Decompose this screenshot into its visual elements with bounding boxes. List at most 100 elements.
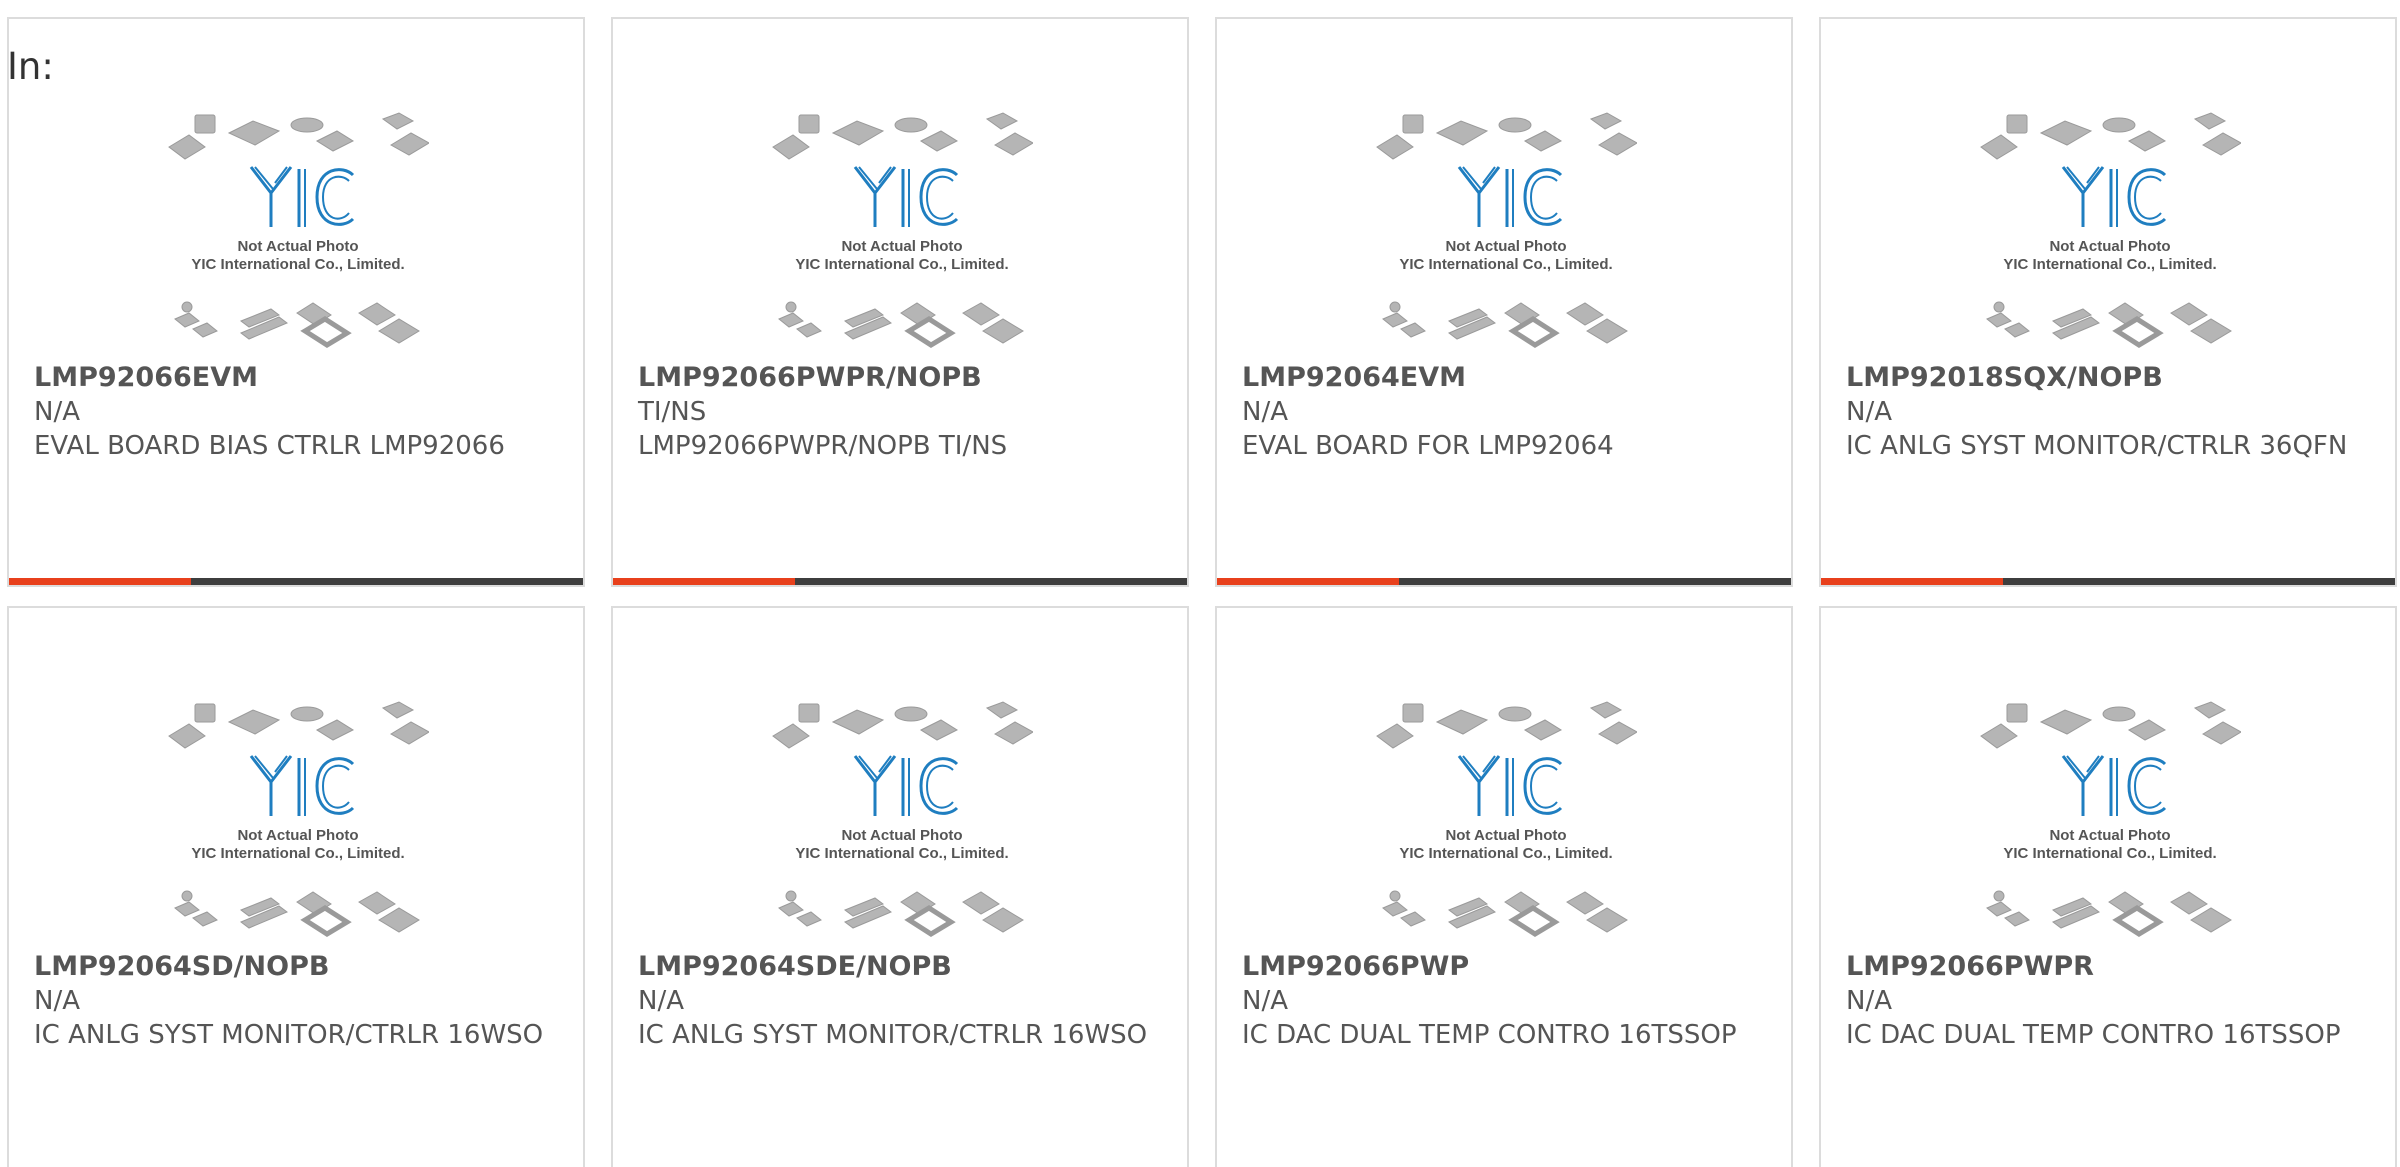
product-card[interactable]: Not Actual Photo YIC International Co., … xyxy=(1215,606,1793,1167)
chip-shape xyxy=(785,890,797,902)
chip-shape xyxy=(785,301,797,313)
chip-shape xyxy=(192,322,218,338)
product-info: LMP92064EVM N/A EVAL BOARD FOR LMP92064 xyxy=(1242,361,1771,463)
chip-shape xyxy=(2102,706,2136,722)
part-number-link[interactable]: LMP92066EVM xyxy=(34,361,563,395)
product-description: IC ANLG SYST MONITOR/CTRLR 36QFN xyxy=(1846,431,2348,461)
product-description: IC DAC DUAL TEMP CONTRO 16TSSOP xyxy=(1242,1020,1737,1050)
placeholder-caption-line1: Not Actual Photo xyxy=(841,827,962,844)
chip-shape xyxy=(1435,709,1489,735)
chip-shape xyxy=(168,134,206,160)
product-thumbnail[interactable]: Not Actual Photo YIC International Co., … xyxy=(167,109,429,361)
chip-shape xyxy=(1980,134,2018,160)
part-number-link[interactable]: LMP92066PWPR/NOPB xyxy=(638,361,1167,395)
chip-shape xyxy=(194,703,216,723)
placeholder-caption-line2: YIC International Co., Limited. xyxy=(2003,845,2216,862)
chip-shape xyxy=(894,117,928,133)
chip-shape xyxy=(1523,130,1563,152)
product-card[interactable]: Not Actual Photo YIC International Co., … xyxy=(1819,606,2397,1167)
chip-shape xyxy=(2190,907,2232,933)
chip-shape xyxy=(919,130,959,152)
product-thumbnail[interactable]: Not Actual Photo YIC International Co., … xyxy=(167,698,429,950)
chip-shape xyxy=(2039,120,2093,146)
product-thumbnail[interactable]: Not Actual Photo YIC International Co., … xyxy=(1979,109,2241,361)
yic-logo xyxy=(249,166,355,227)
yic-logo xyxy=(853,166,959,227)
yic-logo xyxy=(1457,755,1563,816)
manufacturer: N/A xyxy=(1846,397,1892,427)
chip-shape xyxy=(2004,911,2030,927)
product-thumbnail[interactable]: Not Actual Photo YIC International Co., … xyxy=(771,109,1033,361)
chip-shape xyxy=(796,322,822,338)
chip-shape xyxy=(315,719,355,741)
part-number-link[interactable]: LMP92066PWPR xyxy=(1846,950,2375,984)
product-card[interactable]: Not Actual Photo YIC International Co., … xyxy=(7,17,585,587)
placeholder-caption-line2: YIC International Co., Limited. xyxy=(1399,256,1612,273)
chip-shape xyxy=(2004,322,2030,338)
chip-shape xyxy=(194,114,216,134)
yic-logo xyxy=(2061,166,2167,227)
part-number-link[interactable]: LMP92018SQX/NOPB xyxy=(1846,361,2375,395)
product-card[interactable]: Not Actual Photo YIC International Co., … xyxy=(611,606,1189,1167)
yic-logo xyxy=(1457,166,1563,227)
placeholder-image-svg: Not Actual Photo YIC International Co., … xyxy=(772,112,1033,348)
chip-shape xyxy=(772,723,810,749)
chip-shape xyxy=(2127,130,2167,152)
part-number-link[interactable]: LMP92064EVM xyxy=(1242,361,1771,395)
placeholder-caption-line2: YIC International Co., Limited. xyxy=(2003,256,2216,273)
product-info: LMP92064SD/NOPB N/A IC ANLG SYST MONITOR/C… xyxy=(34,950,563,1052)
chip-shape xyxy=(1986,901,2012,917)
part-number-link[interactable]: LMP92064SD/NOPB xyxy=(34,950,563,984)
product-thumbnail[interactable]: Not Actual Photo YIC International Co., … xyxy=(1375,698,1637,950)
chip-shape xyxy=(778,312,804,328)
chip-shape xyxy=(1589,701,1623,719)
chip-shape xyxy=(985,112,1019,130)
placeholder-caption-line2: YIC International Co., Limited. xyxy=(191,256,404,273)
chip-shape xyxy=(772,134,810,160)
chip-shape xyxy=(894,706,928,722)
product-card[interactable]: Not Actual Photo YIC International Co., … xyxy=(611,17,1189,587)
chip-shape xyxy=(2193,112,2227,130)
placeholder-image-svg: Not Actual Photo YIC International Co., … xyxy=(168,701,429,937)
card-accent-bar xyxy=(1217,578,1399,585)
chip-shape xyxy=(994,721,1033,745)
chip-shape xyxy=(1435,120,1489,146)
chip-shape xyxy=(315,130,355,152)
chip-shape xyxy=(227,709,281,735)
chip-shape xyxy=(227,120,281,146)
product-card[interactable]: Not Actual Photo YIC International Co., … xyxy=(1215,17,1793,587)
placeholder-image-svg: Not Actual Photo YIC International Co., … xyxy=(1980,112,2241,348)
chip-shape xyxy=(1498,117,1532,133)
chip-shape xyxy=(2170,891,2208,915)
product-thumbnail[interactable]: Not Actual Photo YIC International Co., … xyxy=(771,698,1033,950)
chip-shape xyxy=(1389,890,1401,902)
chip-shape xyxy=(290,117,324,133)
product-info: LMP92066EVM N/A EVAL BOARD BIAS CTRLR LMP9… xyxy=(34,361,563,463)
part-number-link[interactable]: LMP92066PWP xyxy=(1242,950,1771,984)
product-card[interactable]: Not Actual Photo YIC International Co., … xyxy=(7,606,585,1167)
part-number-link[interactable]: LMP92064SDE/NOPB xyxy=(638,950,1167,984)
grid-label: In: xyxy=(7,45,54,88)
product-info: LMP92066PWPR/NOPB TI/NS LMP92066PWPR/NOPB … xyxy=(638,361,1167,463)
card-hover-bar xyxy=(1821,578,2395,585)
product-info: LMP92018SQX/NOPB N/A IC ANLG SYST MONITOR/… xyxy=(1846,361,2375,463)
chip-shape xyxy=(2202,721,2241,745)
chip-shape xyxy=(982,907,1024,933)
product-thumbnail[interactable]: Not Actual Photo YIC International Co., … xyxy=(1375,109,1637,361)
product-thumbnail[interactable]: Not Actual Photo YIC International Co., … xyxy=(1979,698,2241,950)
chip-shape xyxy=(919,719,959,741)
chip-shape xyxy=(1382,901,1408,917)
yic-logo xyxy=(249,755,355,816)
chip-shape xyxy=(2190,318,2232,344)
chip-shape xyxy=(2006,114,2028,134)
chip-shape xyxy=(1402,114,1424,134)
chip-shape xyxy=(1566,302,1604,326)
card-accent-bar xyxy=(1821,578,2003,585)
placeholder-caption-line1: Not Actual Photo xyxy=(237,827,358,844)
placeholder-caption-line2: YIC International Co., Limited. xyxy=(795,256,1008,273)
product-card[interactable]: Not Actual Photo YIC International Co., … xyxy=(1819,17,2397,587)
chip-shape xyxy=(1389,301,1401,313)
manufacturer: N/A xyxy=(34,986,80,1016)
product-description: EVAL BOARD BIAS CTRLR LMP92066 xyxy=(34,431,505,461)
chip-shape xyxy=(2193,701,2227,719)
